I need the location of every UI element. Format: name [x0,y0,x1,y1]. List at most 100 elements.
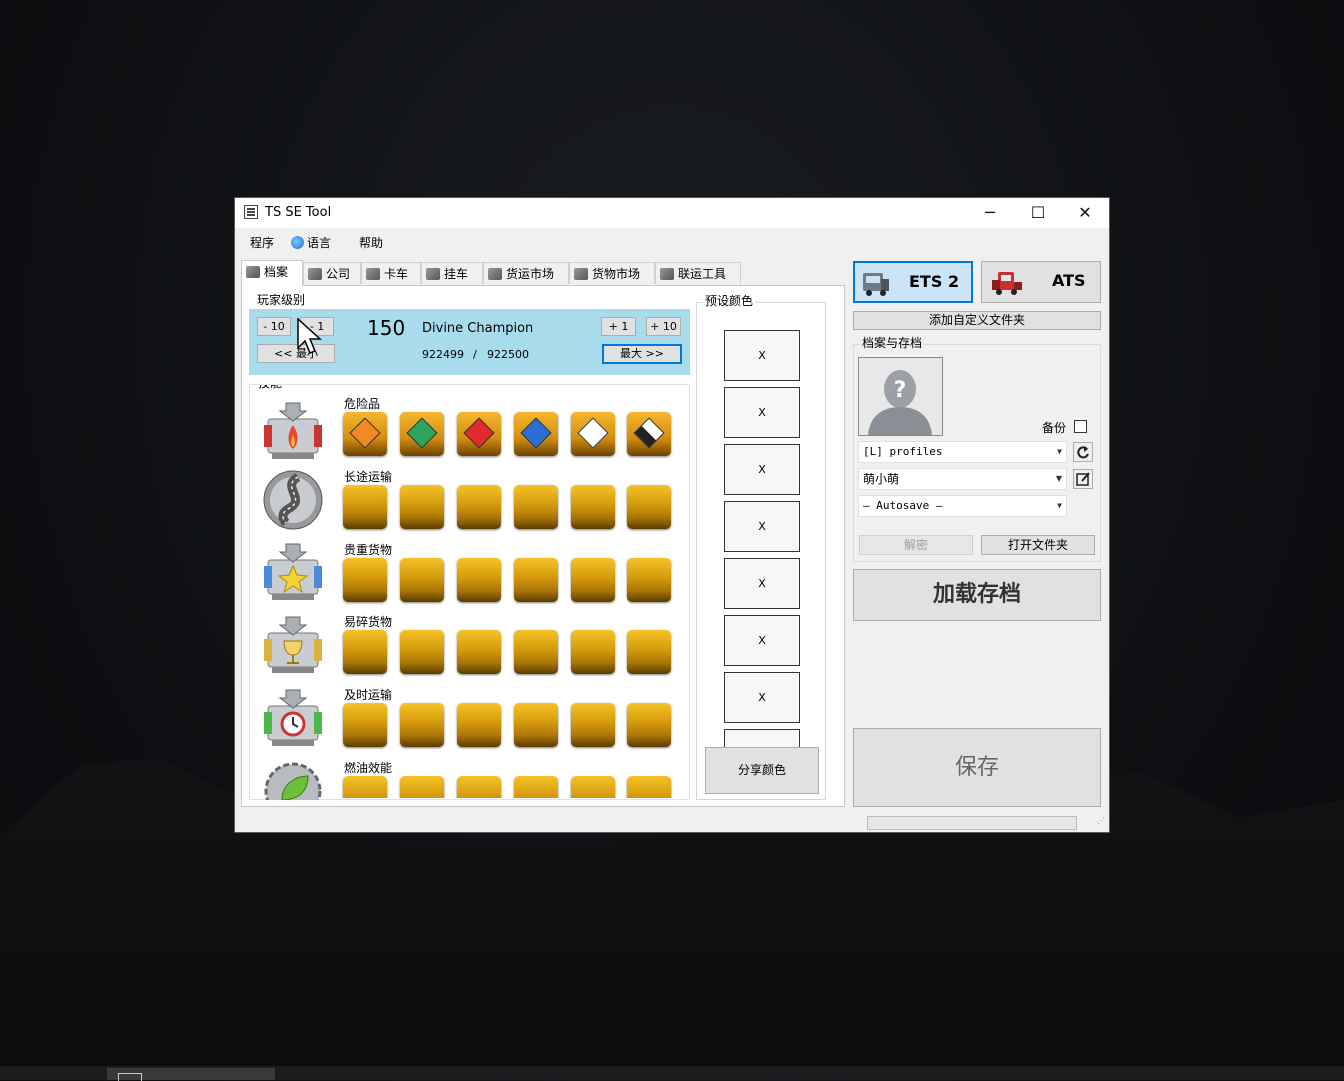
edit-icon [1076,472,1090,486]
preset-color-slot-partial[interactable] [724,729,800,749]
menu-language[interactable]: 语言 [291,234,331,251]
load-save-button[interactable]: 加载存档 [853,569,1101,621]
chevron-down-icon: ▼ [1055,474,1062,483]
refresh-profiles-button[interactable] [1073,442,1093,462]
preset-color-slot[interactable]: X [724,330,800,381]
skill-slot[interactable] [627,703,671,747]
skill-slot[interactable] [627,558,671,602]
tab-convoy-tools[interactable]: 联运工具 [655,262,741,284]
skill-slot[interactable] [343,558,387,602]
skill-slot[interactable] [571,703,615,747]
skill-slot[interactable] [571,776,615,798]
skill-slot[interactable] [400,776,444,798]
skill-slot[interactable] [627,630,671,674]
tab-trailer[interactable]: 挂车 [421,262,483,284]
preset-color-slot[interactable]: X [724,558,800,609]
tab-freight-market[interactable]: 货运市场 [483,262,569,284]
hazard-skill-icon [264,402,322,459]
xp-separator: / [473,348,477,361]
menu-help[interactable]: 帮助 [359,234,383,251]
skill-name-just-in-time: 及时运输 [344,688,393,702]
tab-company[interactable]: 公司 [303,262,361,284]
skill-slot[interactable] [627,776,671,798]
skill-slot[interactable] [457,558,501,602]
tab-profile[interactable]: 档案 [241,260,303,286]
cargo-market-tab-icon [574,268,588,280]
skill-slot[interactable] [400,703,444,747]
skill-slot[interactable] [571,630,615,674]
tab-truck[interactable]: 卡车 [361,262,421,284]
decrypt-button[interactable]: 解密 [859,535,973,555]
adr-class-2-slot[interactable] [400,412,444,456]
minimize-button[interactable]: ─ [967,198,1013,228]
dangerous-when-wet-diamond-icon [520,417,552,449]
skill-slot[interactable] [514,776,558,798]
skill-slot[interactable] [343,703,387,747]
open-folder-button[interactable]: 打开文件夹 [981,535,1095,555]
save-slot-select[interactable]: — Autosave — ▼ [858,495,1067,517]
xp-current: 922499 [422,348,464,361]
adr-class-8-slot[interactable] [627,412,671,456]
close-button[interactable]: ✕ [1062,198,1108,228]
just-in-time-skill-icon [264,689,322,746]
ets2-label: ETS 2 [909,272,960,291]
maximize-button[interactable]: ☐ [1015,198,1061,228]
preset-color-slot[interactable]: X [724,501,800,552]
skill-slot[interactable] [514,703,558,747]
preset-color-slot[interactable]: X [724,672,800,723]
menu-program[interactable]: 程序 [250,234,274,251]
skill-slot[interactable] [514,558,558,602]
resize-grip-icon[interactable]: ⋰ [1097,817,1107,830]
gas-diamond-icon [406,417,438,449]
player-rank-name: Divine Champion [422,321,534,336]
profile-name-select[interactable]: 萌小萌 ▼ [858,468,1067,490]
adr-class-4-slot[interactable] [514,412,558,456]
plus-1-button[interactable]: + 1 [601,317,636,336]
backup-checkbox[interactable] [1074,420,1087,433]
tab-cargo-market[interactable]: 货物市场 [569,262,655,284]
share-colors-button[interactable]: 分享颜色 [705,747,819,794]
preset-color-slot[interactable]: X [724,444,800,495]
preset-colors-label: 预设颜色 [703,293,756,309]
ets2-button[interactable]: ETS 2 [853,261,973,303]
skill-slot[interactable] [343,776,387,798]
profiles-saves-label: 档案与存档 [860,335,925,351]
skill-slot[interactable] [400,558,444,602]
skill-name-eco-driving: 燃油效能 [344,761,393,775]
minus-10-button[interactable]: - 10 [257,317,291,336]
skill-slot[interactable] [400,630,444,674]
skill-slot[interactable] [343,630,387,674]
corrosive-diamond-icon [633,417,665,449]
skill-slot[interactable] [457,703,501,747]
plus-10-button[interactable]: + 10 [646,317,681,336]
ats-button[interactable]: ATS [981,261,1101,303]
adr-class-3-slot[interactable] [457,412,501,456]
skill-name-long-distance: 长途运输 [344,470,393,484]
skill-slot[interactable] [343,485,387,529]
skill-slot[interactable] [400,485,444,529]
skill-slot[interactable] [571,485,615,529]
skill-slot[interactable] [627,485,671,529]
adr-class-6-slot[interactable] [571,412,615,456]
preset-color-slot[interactable]: X [724,615,800,666]
skill-name-high-value: 贵重货物 [344,543,393,557]
skill-slot[interactable] [514,630,558,674]
adr-class-1-slot[interactable] [343,412,387,456]
truck-tab-icon [366,268,380,280]
skill-slot[interactable] [457,776,501,798]
skill-slot[interactable] [457,630,501,674]
trailer-tab-icon [426,268,440,280]
skill-slot[interactable] [457,485,501,529]
profile-source-select[interactable]: [L] profiles ▼ [858,441,1067,463]
skill-slot[interactable] [514,485,558,529]
chevron-down-icon: ▼ [1057,501,1062,510]
app-icon [244,205,258,219]
max-level-button[interactable]: 最大 >> [602,344,682,364]
profile-tab-icon [246,266,260,278]
ats-truck-icon [992,272,1022,295]
skill-slot[interactable] [571,558,615,602]
save-button[interactable]: 保存 [853,728,1101,807]
preset-color-slot[interactable]: X [724,387,800,438]
add-custom-folder-button[interactable]: 添加自定义文件夹 [853,311,1101,330]
edit-profile-button[interactable] [1073,469,1093,489]
